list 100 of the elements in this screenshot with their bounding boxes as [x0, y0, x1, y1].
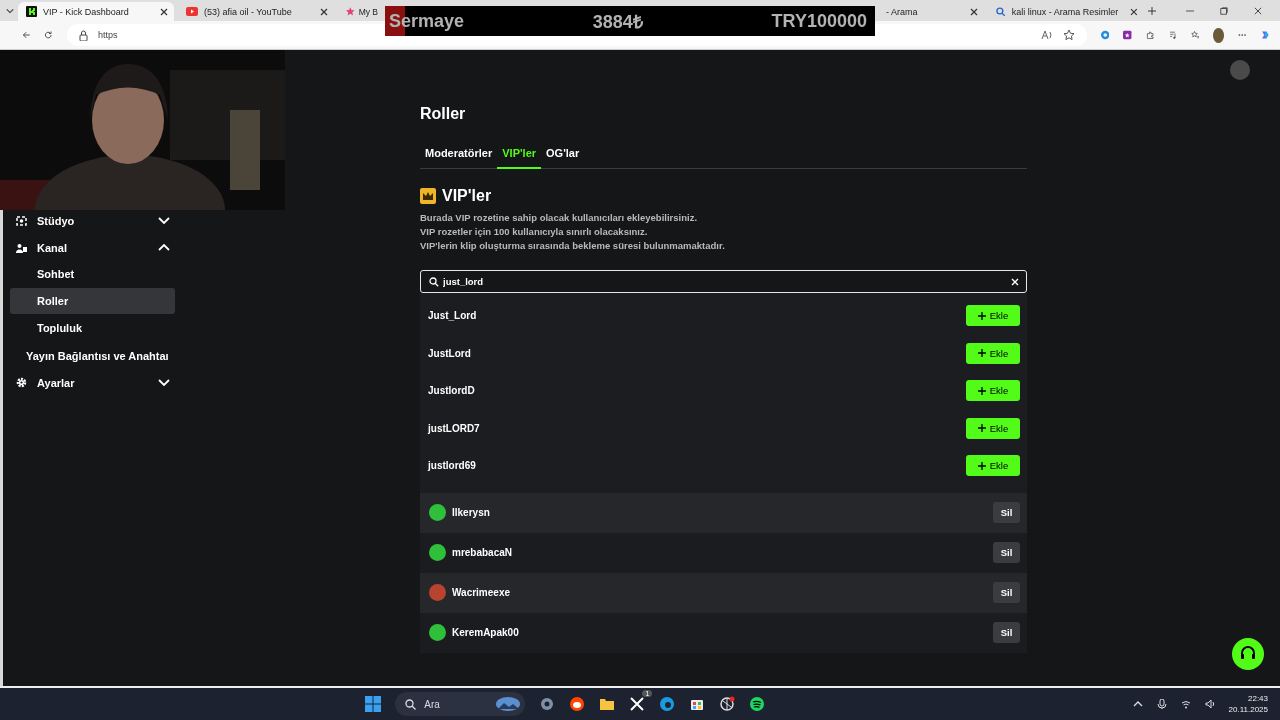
plus-icon: [977, 349, 986, 358]
music-icon[interactable]: [1168, 29, 1177, 41]
kick-logo-icon: [26, 6, 37, 17]
section-title: VIP'ler: [442, 187, 492, 205]
plus-icon: [977, 386, 986, 395]
search-field[interactable]: just_lord: [420, 270, 1027, 293]
folder-icon[interactable]: [599, 696, 616, 712]
browser-tab[interactable]: VIP - Kick Dashboard: [18, 2, 174, 21]
add-button[interactable]: Ekle: [966, 380, 1020, 402]
wifi-icon[interactable]: [1180, 699, 1191, 709]
browser-tab[interactable]: (53) afia oil - YouTube: [178, 2, 334, 21]
username: mrebabacaN: [452, 547, 513, 558]
clear-icon[interactable]: [1011, 278, 1019, 286]
browser-tab[interactable]: - Arama: [884, 2, 984, 21]
plus-icon: [977, 311, 986, 320]
sidebar-item[interactable]: Yayın Bağlantısı ve Anahtaı: [10, 342, 175, 369]
username: Just_Lord: [428, 310, 477, 322]
plus-icon: [977, 461, 986, 470]
users-icon: [16, 242, 27, 253]
remove-button[interactable]: Sil: [993, 622, 1020, 643]
lock-icon: [78, 29, 88, 41]
crown-icon: [420, 188, 436, 204]
profile-avatar[interactable]: [1213, 27, 1224, 43]
sidebar-subitem[interactable]: Sohbet: [10, 261, 175, 287]
sidebar-item[interactable]: Kanal: [10, 234, 175, 261]
star-icon: [346, 6, 355, 17]
support-button[interactable]: [1232, 638, 1264, 670]
volume-icon[interactable]: [1204, 699, 1215, 709]
copilot-icon[interactable]: [1260, 28, 1271, 42]
camera-icon: [16, 215, 27, 226]
close-icon[interactable]: [970, 7, 978, 16]
username: justlord69: [428, 460, 476, 472]
clock-time[interactable]: 22:43: [1248, 693, 1268, 704]
description-text: VIP'lerin klip oluşturma sırasında bekleme süresi bulunmamaktadır.: [420, 239, 726, 253]
youtube-icon: [186, 7, 198, 16]
url-text: https: [97, 30, 118, 40]
x-icon[interactable]: [629, 696, 646, 712]
username: JustlordD: [428, 385, 475, 397]
add-button[interactable]: Ekle: [966, 455, 1020, 477]
tab[interactable]: OG'lar: [541, 147, 585, 169]
windows-start-icon[interactable]: [365, 696, 382, 712]
tab-title: - Arama: [886, 6, 918, 17]
remove-button[interactable]: Sil: [993, 582, 1020, 603]
tab-title: kali linux - Arama Resimler: [1011, 6, 1119, 17]
add-button[interactable]: Ekle: [966, 342, 1020, 364]
tab-title: My B: [358, 6, 378, 17]
close-icon[interactable]: [320, 7, 328, 16]
aperture-icon[interactable]: [719, 696, 736, 712]
tab-list-icon[interactable]: [6, 7, 14, 14]
description-text: VIP rozetler için 100 kullanıcıyla sınırlı olacaksınız.: [420, 225, 649, 239]
new-tab-icon[interactable]: [1148, 5, 1156, 16]
restore-icon[interactable]: [1220, 5, 1228, 16]
page-title: Roller: [420, 105, 467, 123]
chevron-up-icon[interactable]: [1132, 699, 1143, 709]
puzzle-icon[interactable]: [1145, 29, 1155, 41]
search-icon: [405, 698, 417, 710]
spotify-icon[interactable]: [749, 696, 766, 712]
settings-icon: [16, 377, 27, 388]
settings-icon[interactable]: [539, 696, 556, 712]
more-icon[interactable]: [1237, 33, 1247, 37]
sidebar-subitem[interactable]: Topluluk: [10, 315, 175, 341]
add-button[interactable]: Ekle: [966, 417, 1020, 439]
search-icon: [996, 6, 1006, 17]
tab[interactable]: Moderatörler: [420, 147, 498, 169]
username: Wacrimeexe: [452, 587, 510, 598]
remove-button[interactable]: Sil: [993, 542, 1020, 563]
reload-icon[interactable]: [44, 29, 53, 41]
extension-icon[interactable]: [1123, 29, 1132, 41]
goal-amount: 3884₺: [592, 11, 643, 33]
search-icon: [429, 277, 439, 287]
close-icon[interactable]: [160, 7, 168, 16]
sidebar-subitem[interactable]: Roller: [10, 288, 175, 314]
goal-target: TRY100000: [771, 10, 867, 32]
remove-button[interactable]: Sil: [993, 502, 1020, 523]
tab-title: VIP - Kick Dashboard: [43, 6, 129, 17]
back-icon[interactable]: [22, 29, 31, 41]
close-icon[interactable]: [1130, 7, 1138, 16]
username: Ilkerysn: [452, 507, 490, 518]
tab-title: (53) afia oil - YouTube: [204, 6, 292, 17]
microphone-icon[interactable]: [1156, 699, 1167, 709]
clock-date[interactable]: 20.11.2025: [1228, 704, 1268, 715]
username: justLORD7: [428, 422, 480, 434]
taskbar-search[interactable]: Ara: [395, 692, 526, 716]
favorites-icon[interactable]: [1190, 29, 1200, 41]
browser-tab[interactable]: My B: [338, 2, 378, 21]
add-button[interactable]: Ekle: [966, 305, 1020, 327]
read-aloud-icon[interactable]: [1040, 30, 1053, 40]
close-icon[interactable]: [1254, 5, 1262, 16]
username: KeremApak00: [452, 627, 519, 638]
sidebar-item[interactable]: Ayarlar: [10, 369, 175, 396]
plus-icon: [977, 424, 986, 433]
description-text: Burada VIP rozetine sahip olacak kullanıcıları ekleyebilirsiniz.: [420, 211, 699, 225]
tab[interactable]: VIP'ler: [497, 147, 542, 169]
landscape-icon: [495, 696, 522, 712]
reddit-icon[interactable]: [569, 696, 586, 712]
username: JustLord: [428, 347, 471, 359]
browser-tab[interactable]: kali linux - Arama Resimler: [988, 2, 1144, 21]
extension-icon[interactable]: [1100, 29, 1110, 41]
favorite-star-icon[interactable]: [1062, 29, 1075, 41]
sidebar-item[interactable]: Stüdyo: [10, 207, 175, 234]
